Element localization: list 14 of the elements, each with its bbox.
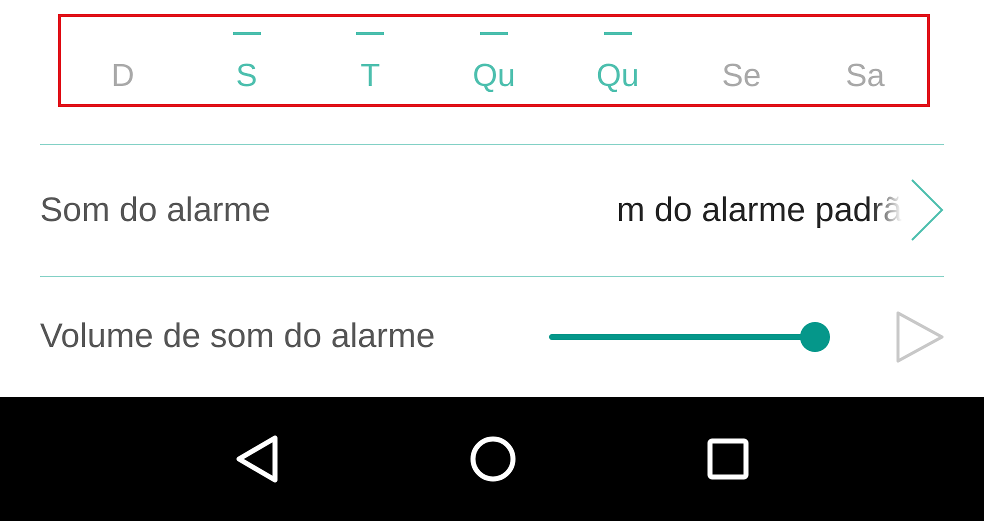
home-icon[interactable] (470, 436, 516, 482)
setting-label: Volume de som do alarme (40, 317, 435, 356)
back-icon[interactable] (235, 435, 280, 483)
volume-slider[interactable] (549, 322, 830, 352)
day-toggle[interactable]: S (236, 57, 258, 94)
day-toggle[interactable]: Qu (596, 57, 640, 94)
setting-value: m do alarme padrã (616, 190, 902, 230)
day-toggle[interactable]: Sa (846, 57, 885, 94)
recents-icon[interactable] (706, 438, 749, 480)
day-toggle[interactable]: T (360, 57, 380, 94)
setting-label: Som do alarme (40, 190, 271, 230)
day-toggle[interactable]: D (111, 57, 134, 94)
day-toggle[interactable]: Se (722, 57, 761, 94)
day-toggle[interactable]: Qu (472, 57, 516, 94)
